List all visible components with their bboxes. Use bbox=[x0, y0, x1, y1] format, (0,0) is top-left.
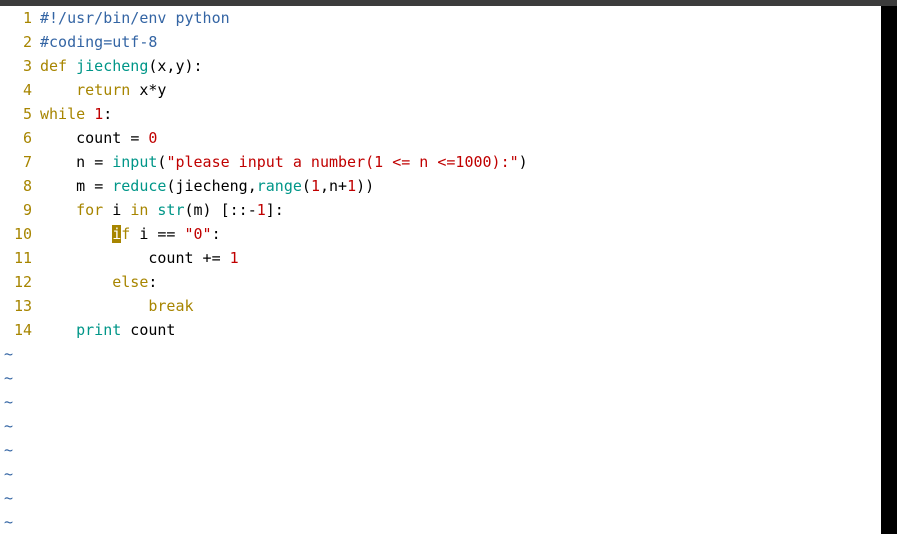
string: "please input a number(1 <= n <=1000):" bbox=[166, 153, 518, 171]
num: 0 bbox=[148, 129, 157, 147]
builtin-range: range bbox=[257, 177, 302, 195]
code-line: 13 break bbox=[0, 294, 897, 318]
kw-return: return bbox=[76, 81, 130, 99]
line-number: 3 bbox=[0, 54, 40, 78]
num: 1 bbox=[311, 177, 320, 195]
var: m bbox=[76, 177, 94, 195]
code-line: 1 #!/usr/bin/env python bbox=[0, 6, 897, 30]
expr: count += bbox=[148, 249, 229, 267]
line-number: 9 bbox=[0, 198, 40, 222]
tilde: ~ bbox=[0, 438, 897, 462]
code-line: 5 while 1: bbox=[0, 102, 897, 126]
kw-if-rest: f bbox=[121, 225, 130, 243]
colon: : bbox=[148, 273, 157, 291]
colon: : bbox=[212, 225, 221, 243]
var: count bbox=[76, 129, 130, 147]
num: 1 bbox=[94, 105, 103, 123]
line-number: 7 bbox=[0, 150, 40, 174]
num: 1 bbox=[257, 201, 266, 219]
cursor: i bbox=[112, 225, 121, 243]
code-line: 7 n = input("please input a number(1 <= … bbox=[0, 150, 897, 174]
kw-else: else bbox=[112, 273, 148, 291]
line-number: 14 bbox=[0, 318, 40, 342]
cond: i == bbox=[130, 225, 184, 243]
comment-shebang: #!/usr/bin/env python bbox=[40, 9, 230, 27]
editor-pane[interactable]: 1 #!/usr/bin/env python 2 #coding=utf-8 … bbox=[0, 6, 897, 534]
tilde: ~ bbox=[0, 462, 897, 486]
colon: : bbox=[103, 105, 112, 123]
line-number: 5 bbox=[0, 102, 40, 126]
slice-end: ]: bbox=[266, 201, 284, 219]
line-number: 2 bbox=[0, 30, 40, 54]
string: "0" bbox=[185, 225, 212, 243]
code-line: 2 #coding=utf-8 bbox=[0, 30, 897, 54]
code-line: 6 count = 0 bbox=[0, 126, 897, 150]
eq: = bbox=[130, 129, 148, 147]
num: 1 bbox=[230, 249, 239, 267]
line-number: 8 bbox=[0, 174, 40, 198]
expr: x*y bbox=[139, 81, 166, 99]
code-line: 4 return x*y bbox=[0, 78, 897, 102]
kw-def: def bbox=[40, 57, 67, 75]
line-number: 11 bbox=[0, 246, 40, 270]
paren: ) bbox=[519, 153, 528, 171]
paren: ( bbox=[302, 177, 311, 195]
line-number: 13 bbox=[0, 294, 40, 318]
kw-while: while bbox=[40, 105, 85, 123]
code-line: 9 for i in str(m) [::-1]: bbox=[0, 198, 897, 222]
expr: ,n+ bbox=[320, 177, 347, 195]
tilde: ~ bbox=[0, 342, 897, 366]
tilde: ~ bbox=[0, 390, 897, 414]
builtin-input: input bbox=[112, 153, 157, 171]
slice: (m) [::- bbox=[185, 201, 257, 219]
kw-if: if bbox=[112, 225, 130, 243]
tilde: ~ bbox=[0, 486, 897, 510]
line-number: 10 bbox=[0, 222, 40, 246]
tilde: ~ bbox=[0, 510, 897, 534]
tilde: ~ bbox=[0, 414, 897, 438]
code-line: 10 if i == "0": bbox=[0, 222, 897, 246]
var: i bbox=[103, 201, 130, 219]
line-number: 1 bbox=[0, 6, 40, 30]
args: x,y bbox=[157, 57, 184, 75]
kw-break: break bbox=[148, 297, 193, 315]
kw-in: in bbox=[130, 201, 148, 219]
line-number: 4 bbox=[0, 78, 40, 102]
kw-for: for bbox=[76, 201, 103, 219]
arg: jiecheng, bbox=[175, 177, 256, 195]
code-line: 12 else: bbox=[0, 270, 897, 294]
eq: = bbox=[94, 153, 112, 171]
code-line: 14 print count bbox=[0, 318, 897, 342]
builtin-reduce: reduce bbox=[112, 177, 166, 195]
kw-print: print bbox=[76, 321, 121, 339]
code-line: 8 m = reduce(jiecheng,range(1,n+1)) bbox=[0, 174, 897, 198]
paren: )) bbox=[356, 177, 374, 195]
tilde: ~ bbox=[0, 366, 897, 390]
var: n bbox=[76, 153, 94, 171]
num: 1 bbox=[347, 177, 356, 195]
line-number: 12 bbox=[0, 270, 40, 294]
code-line: 3 def jiecheng(x,y): bbox=[0, 54, 897, 78]
eq: = bbox=[94, 177, 112, 195]
builtin-str: str bbox=[157, 201, 184, 219]
line-number: 6 bbox=[0, 126, 40, 150]
arg: count bbox=[121, 321, 175, 339]
scrollbar-gutter bbox=[881, 6, 897, 534]
paren: ): bbox=[185, 57, 203, 75]
code-line: 11 count += 1 bbox=[0, 246, 897, 270]
comment-coding: #coding=utf-8 bbox=[40, 33, 157, 51]
func-name: jiecheng bbox=[76, 57, 148, 75]
